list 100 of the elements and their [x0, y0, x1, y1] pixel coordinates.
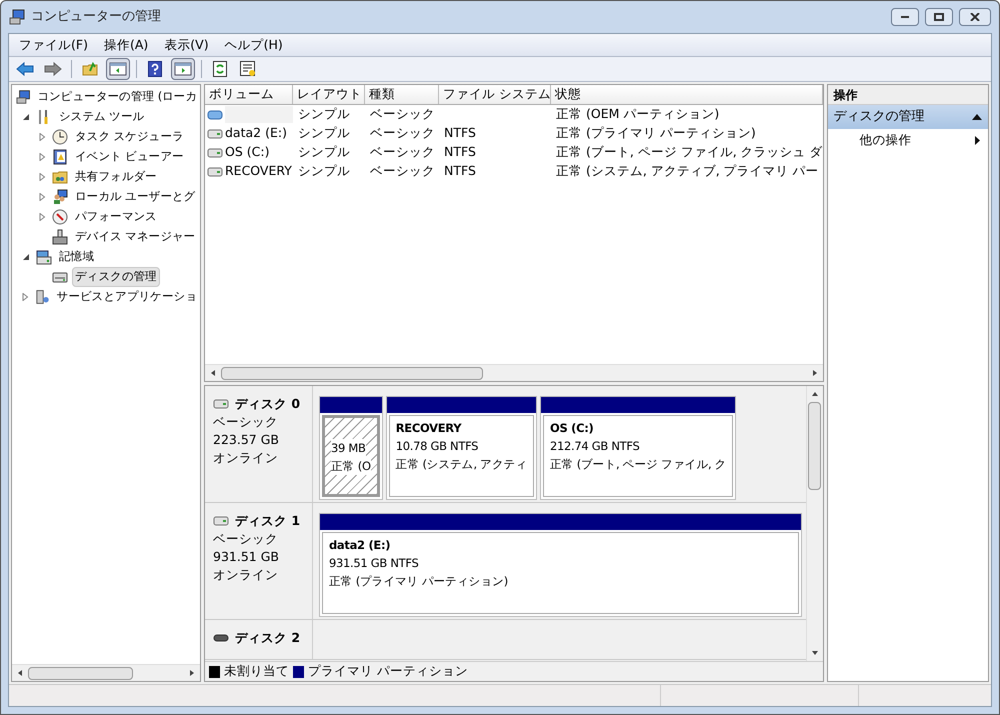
- volume-icon: [207, 110, 223, 120]
- computer-icon: [9, 9, 25, 25]
- tree-item[interactable]: パフォーマンス: [72, 207, 160, 227]
- table-cell-text: シンプル: [298, 105, 350, 124]
- window-title: コンピューターの管理: [31, 8, 161, 26]
- restore-icon: [934, 13, 944, 21]
- menu-item[interactable]: ファイル(F): [13, 36, 94, 54]
- table-cell-text: 正常 (プライマリ パーティション): [556, 124, 756, 142]
- minimize-button[interactable]: [891, 8, 919, 26]
- device-manager-icon: [52, 229, 68, 245]
- disk-name: ディスク 2: [235, 629, 300, 647]
- scroll-arrow-icon[interactable]: [209, 369, 217, 377]
- table-cell-text: NTFS: [444, 143, 476, 162]
- legend-label: 未割り当て: [224, 662, 289, 680]
- export-list-icon: [240, 61, 256, 77]
- column-header[interactable]: ファイル システム: [439, 85, 551, 104]
- scrollbar-thumb[interactable]: [221, 366, 483, 380]
- collapsed-arrow-icon[interactable]: [38, 153, 46, 161]
- partition-block[interactable]: OS (C:) 212.74 GB NTFS 正常 (ブート, ページ ファイル, ク: [540, 396, 736, 500]
- empty-cell-highlight: [225, 106, 293, 123]
- tree-item[interactable]: ディスクの管理: [72, 267, 160, 287]
- tree-item[interactable]: イベント ビューアー: [72, 147, 187, 167]
- submenu-arrow-icon: [975, 136, 980, 144]
- tree-item[interactable]: システム ツール: [56, 107, 148, 127]
- menu-item[interactable]: ヘルプ(H): [218, 36, 289, 54]
- partition-status: 正常 (システム, アクティ: [396, 456, 527, 473]
- tree-item[interactable]: デバイス マネージャー: [72, 227, 198, 247]
- tree-item[interactable]: タスク スケジューラ: [72, 127, 187, 147]
- partition-block[interactable]: RECOVERY 10.78 GB NTFS 正常 (システム, アクティ: [386, 396, 537, 500]
- actions-section-header[interactable]: ディスクの管理: [828, 105, 988, 129]
- horizontal-scrollbar[interactable]: [205, 364, 823, 381]
- scroll-arrow-icon[interactable]: [810, 369, 819, 377]
- partition-block[interactable]: data2 (E:) 931.51 GB NTFS 正常 (プライマリ パーティション): [319, 513, 802, 617]
- action-item[interactable]: 他の操作: [860, 130, 912, 150]
- pane-icon: [109, 61, 127, 77]
- close-button[interactable]: [959, 8, 991, 26]
- partition-name: RECOVERY: [396, 420, 462, 437]
- menu-item[interactable]: 表示(V): [158, 36, 215, 54]
- drive-icon: [207, 166, 223, 176]
- toolbar-button[interactable]: [106, 58, 130, 80]
- disk-name: ディスク 1: [235, 512, 300, 530]
- scroll-arrow-icon[interactable]: [16, 669, 24, 677]
- partition-size: 39 MB: [331, 439, 366, 457]
- scroll-arrow-icon[interactable]: [810, 390, 819, 398]
- maximize-button[interactable]: [925, 8, 953, 26]
- column-header[interactable]: レイアウト: [293, 85, 365, 104]
- column-header[interactable]: 種類: [365, 85, 439, 104]
- menu-item[interactable]: 操作(A): [98, 36, 154, 54]
- tree-item[interactable]: 共有フォルダー: [72, 167, 160, 187]
- partition-header-bar: [320, 397, 382, 413]
- expanded-arrow-icon[interactable]: [22, 113, 30, 121]
- drive-icon: [207, 128, 223, 138]
- partition-size: 931.51 GB NTFS: [329, 555, 418, 572]
- collapsed-arrow-icon[interactable]: [38, 213, 46, 221]
- partition-size: 10.78 GB NTFS: [396, 438, 478, 455]
- expanded-arrow-icon[interactable]: [22, 253, 30, 261]
- pane-icon: [174, 61, 192, 77]
- drive-icon: [213, 516, 229, 526]
- toolbar-button[interactable]: [171, 58, 195, 80]
- close-icon: [970, 13, 980, 21]
- scrollbar-thumb[interactable]: [28, 666, 133, 680]
- drive-icon: [213, 633, 229, 643]
- horizontal-scrollbar[interactable]: [12, 664, 200, 681]
- drive-icon: [213, 399, 229, 409]
- collapsed-arrow-icon[interactable]: [38, 173, 46, 181]
- server-icon: [34, 289, 50, 305]
- disk-size: 223.57 GB: [213, 431, 280, 449]
- partition-size: 212.74 GB NTFS: [550, 438, 640, 455]
- partition-status: 正常 (プライマリ パーティション): [329, 573, 508, 590]
- table-cell-text: ベーシック: [370, 143, 435, 162]
- actions-title: 操作: [828, 85, 988, 105]
- forward-arrow-icon: [44, 61, 62, 77]
- table-cell-text: 正常 (OEM パーティション): [556, 105, 720, 124]
- vertical-scrollbar[interactable]: [806, 386, 823, 661]
- disk-status: オンライン: [213, 566, 279, 584]
- disk-type: ベーシック: [213, 413, 279, 431]
- collapse-arrow-icon: [972, 114, 982, 120]
- table-cell-text: 正常 (ブート, ページ ファイル, クラッシュ ダ: [556, 143, 823, 162]
- column-header[interactable]: ボリューム: [205, 85, 293, 104]
- log-book-icon: [52, 149, 68, 165]
- scrollbar-thumb[interactable]: [808, 402, 822, 490]
- tree-item[interactable]: ローカル ユーザーとグ: [72, 187, 198, 207]
- collapsed-arrow-icon[interactable]: [21, 293, 30, 301]
- tree-item[interactable]: 記憶域: [56, 247, 98, 267]
- partition-status: 正常 (O: [331, 457, 371, 475]
- disk-status: オンライン: [213, 449, 279, 467]
- back-arrow-icon: [16, 61, 34, 77]
- disk-size: 931.51 GB: [213, 548, 280, 566]
- drive-icon: [207, 148, 223, 158]
- scroll-arrow-icon[interactable]: [810, 649, 819, 657]
- collapsed-arrow-icon[interactable]: [38, 193, 46, 201]
- disk-name: ディスク 0: [235, 395, 300, 413]
- tree-item[interactable]: サービスとアプリケーショ: [54, 287, 200, 307]
- collapsed-arrow-icon[interactable]: [38, 133, 46, 141]
- tree-item[interactable]: コンピューターの管理 (ローカ: [34, 87, 200, 107]
- column-header[interactable]: 状態: [551, 85, 823, 104]
- clock-icon: [52, 129, 68, 145]
- partition-block[interactable]: 39 MB 正常 (O: [319, 396, 383, 500]
- scroll-arrow-icon[interactable]: [188, 669, 196, 677]
- table-cell-text: ベーシック: [370, 124, 435, 142]
